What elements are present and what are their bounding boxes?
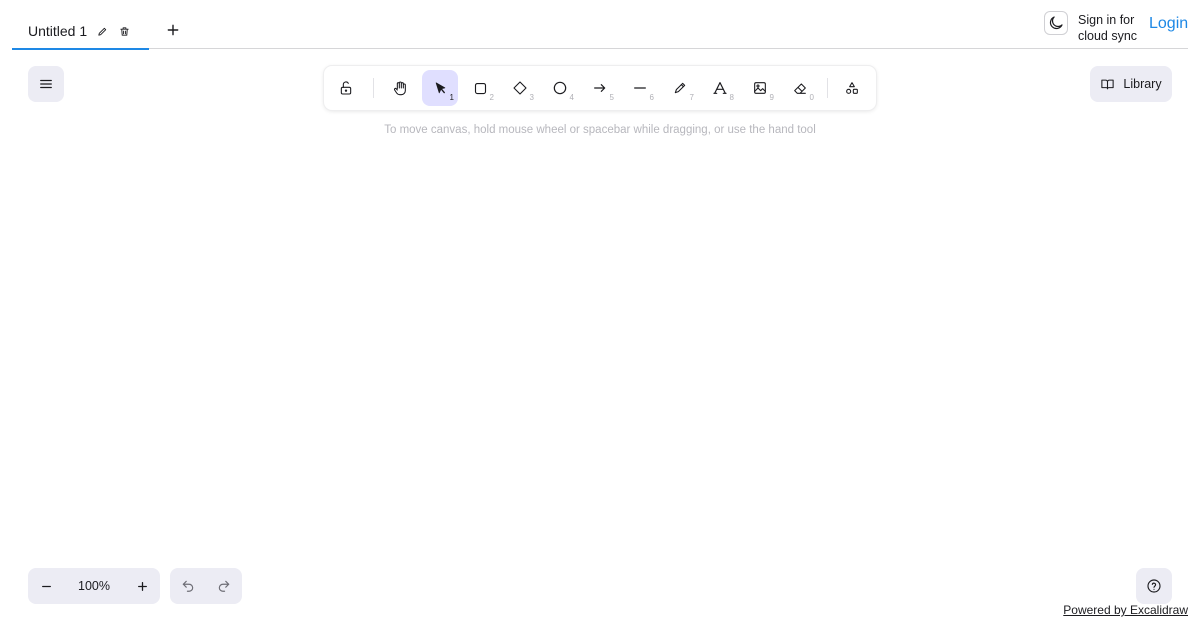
shortcut-key: 9 xyxy=(769,93,774,102)
line-icon xyxy=(634,87,646,89)
undo-icon xyxy=(182,580,194,592)
main-menu-button[interactable] xyxy=(28,66,64,102)
circle-icon xyxy=(553,81,567,95)
image-tool-button[interactable]: 9 xyxy=(742,70,778,106)
shortcut-key: 1 xyxy=(449,93,454,102)
theme-toggle-button[interactable] xyxy=(1044,11,1068,35)
library-button[interactable]: Library xyxy=(1090,66,1172,102)
undo-button[interactable] xyxy=(170,568,206,604)
plus-icon xyxy=(137,581,147,591)
eraser-tool-button[interactable]: 0 xyxy=(782,70,818,106)
shortcut-key: 7 xyxy=(689,93,694,102)
eraser-icon xyxy=(794,83,806,94)
selection-tool-button[interactable]: 1 xyxy=(422,70,458,106)
shortcut-key: 6 xyxy=(649,93,654,102)
cursor-icon xyxy=(435,82,445,93)
trash-icon[interactable] xyxy=(117,24,131,38)
rectangle-icon xyxy=(474,82,486,94)
image-icon xyxy=(754,82,766,94)
pencil-icon xyxy=(674,82,686,94)
shortcut-key: 0 xyxy=(809,93,814,102)
question-icon xyxy=(1147,579,1161,593)
ellipse-tool-button[interactable]: 4 xyxy=(542,70,578,106)
tab-untitled-1[interactable]: Untitled 1 xyxy=(12,12,149,50)
login-link[interactable]: Login xyxy=(1149,15,1188,33)
arrow-icon xyxy=(594,84,606,92)
redo-icon xyxy=(218,580,230,592)
shapes-icon xyxy=(846,82,858,94)
shortcut-key: 5 xyxy=(609,93,614,102)
zoom-out-button[interactable] xyxy=(28,568,64,604)
hand-icon xyxy=(393,81,406,96)
canvas-hint: To move canvas, hold mouse wheel or spac… xyxy=(384,124,816,136)
redo-button[interactable] xyxy=(206,568,242,604)
line-tool-button[interactable]: 6 xyxy=(622,70,658,106)
toolbar-separator xyxy=(373,78,374,98)
lock-tool-button[interactable] xyxy=(328,70,364,106)
hamburger-menu-icon xyxy=(40,79,52,89)
plus-icon[interactable] xyxy=(163,20,183,40)
more-tools-button[interactable] xyxy=(834,70,870,106)
lock-icon xyxy=(340,81,352,95)
shortcut-key: 4 xyxy=(569,93,574,102)
tab-title: Untitled 1 xyxy=(28,23,88,39)
arrow-tool-button[interactable]: 5 xyxy=(582,70,618,106)
active-tab-indicator xyxy=(12,48,149,50)
library-label: Library xyxy=(1123,77,1162,91)
text-icon xyxy=(713,82,727,94)
diamond-icon xyxy=(513,81,527,95)
book-icon xyxy=(1101,79,1115,89)
pencil-icon[interactable] xyxy=(95,24,109,38)
zoom-controls: 100% xyxy=(28,568,160,604)
shapes-toolbar: 1 2 3 4 5 6 7 8 9 0 xyxy=(324,66,876,110)
tab-bar-divider xyxy=(12,48,1188,49)
hand-tool-button[interactable] xyxy=(382,70,418,106)
text-tool-button[interactable]: 8 xyxy=(702,70,738,106)
zoom-level[interactable]: 100% xyxy=(64,579,124,593)
help-button[interactable] xyxy=(1136,568,1172,604)
moon-icon xyxy=(1049,16,1063,30)
diamond-tool-button[interactable]: 3 xyxy=(502,70,538,106)
toolbar-separator xyxy=(827,78,828,98)
shortcut-key: 3 xyxy=(529,93,534,102)
shortcut-key: 2 xyxy=(489,93,494,102)
history-controls xyxy=(170,568,242,604)
sign-in-prompt: Sign in for cloud sync xyxy=(1078,13,1138,43)
zoom-in-button[interactable] xyxy=(124,568,160,604)
draw-tool-button[interactable]: 7 xyxy=(662,70,698,106)
shortcut-key: 8 xyxy=(729,93,734,102)
rectangle-tool-button[interactable]: 2 xyxy=(462,70,498,106)
powered-by-link[interactable]: Powered by Excalidraw xyxy=(1063,603,1188,617)
tab-bar: Untitled 1 Sign in for cloud sync Login xyxy=(0,0,1200,50)
minus-icon xyxy=(41,585,51,587)
